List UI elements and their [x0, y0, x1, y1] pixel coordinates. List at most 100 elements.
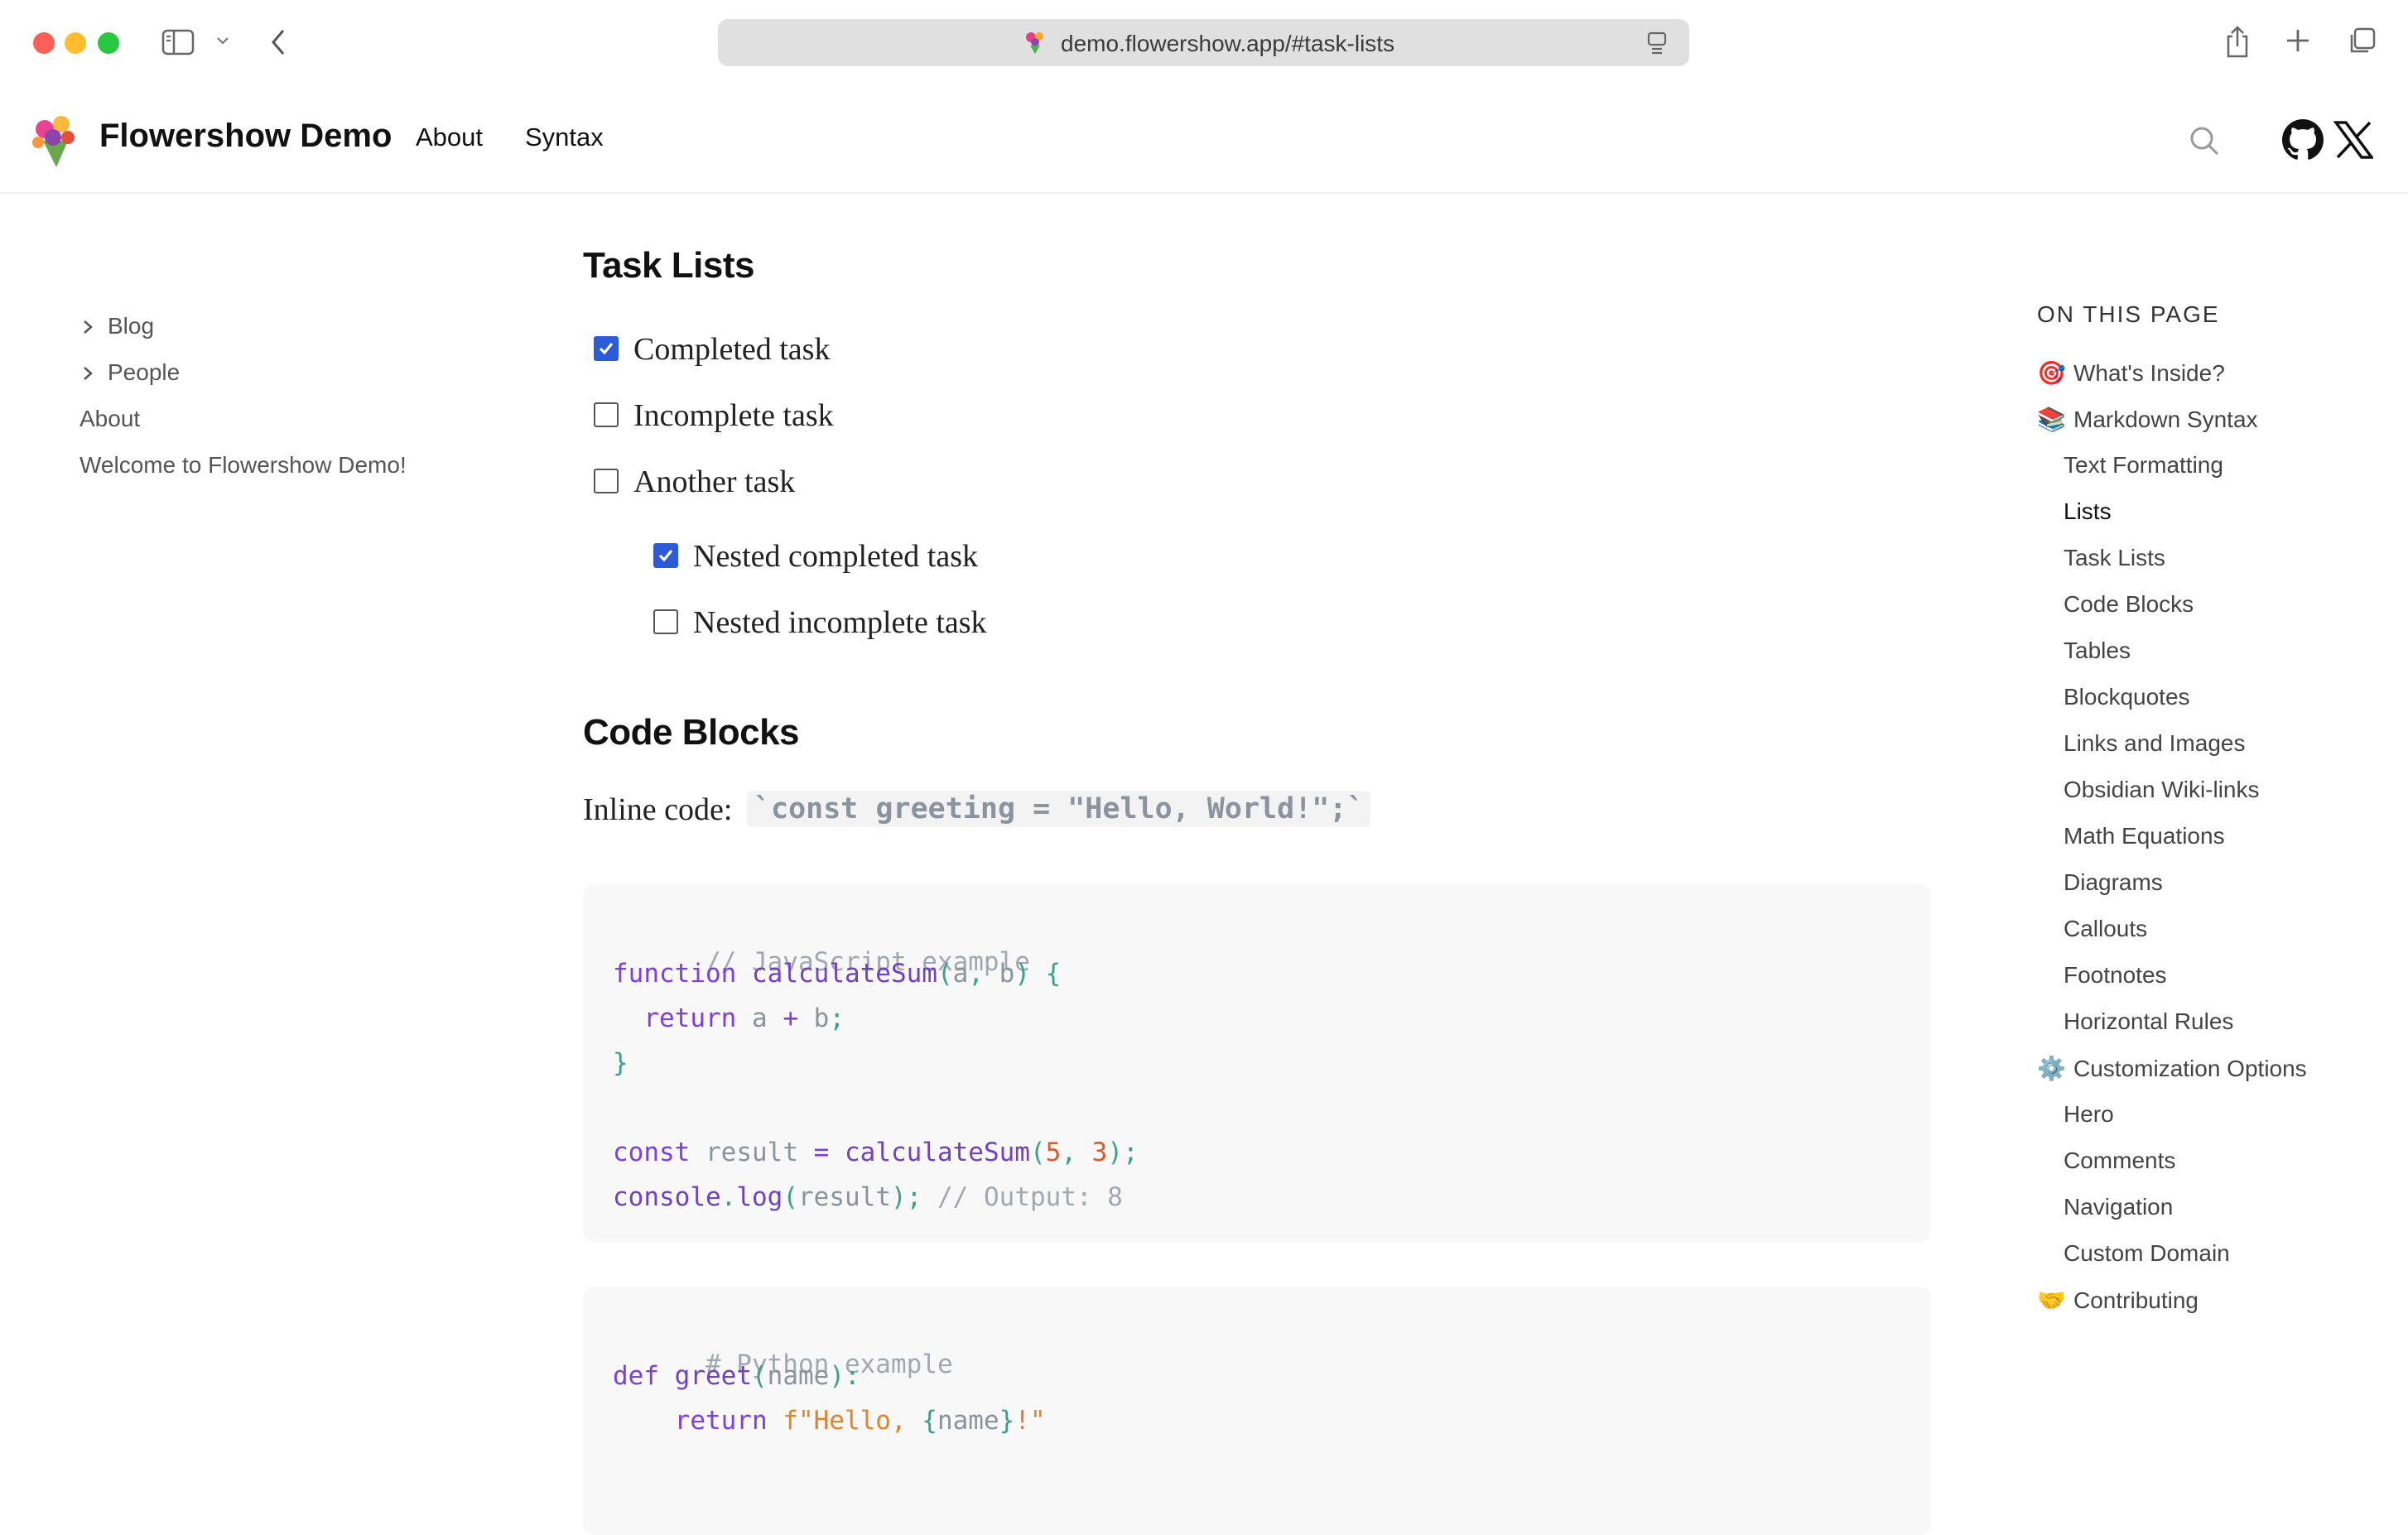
task-label: Completed task: [633, 332, 831, 367]
code-line: }: [613, 1048, 628, 1078]
code-line: # Python example: [705, 1350, 953, 1379]
toc-item-label: Tables: [2064, 638, 2131, 663]
inline-code: `const greeting = "Hello, World!";`: [746, 791, 1371, 827]
site-favicon-icon: [1026, 32, 1043, 54]
toc-item-emoji-icon: ⚙️: [2037, 1056, 2066, 1081]
toc-item-label: Hero: [2064, 1101, 2114, 1127]
site-header: Flowershow Demo About Syntax: [0, 86, 2408, 194]
x-twitter-icon[interactable]: [2333, 121, 2373, 159]
toc-item[interactable]: Diagrams: [2064, 869, 2163, 896]
toc-item[interactable]: Text Formatting: [2064, 452, 2223, 479]
toc-item[interactable]: ⚙️ Customization Options: [2037, 1055, 2307, 1082]
toc-item-label: Obsidian Wiki-links: [2064, 777, 2260, 802]
back-arrow-icon[interactable]: [268, 27, 288, 57]
window-zoom-button[interactable]: [98, 32, 119, 54]
inline-code-paragraph: Inline code: `const greeting = "Hello, W…: [583, 791, 1371, 829]
toc-item[interactable]: Links and Images: [2064, 730, 2245, 757]
sidebar-toggle-icon[interactable]: [161, 29, 195, 55]
toc-item[interactable]: Footnotes: [2064, 962, 2167, 989]
task-label: Nested completed task: [693, 539, 979, 574]
task-label: Another task: [633, 464, 796, 499]
reader-mode-icon[interactable]: [1646, 31, 1668, 55]
sidebar-item-label: People: [108, 359, 181, 385]
task-checkbox[interactable]: [594, 469, 619, 493]
toc-item-label: Code Blocks: [2064, 591, 2194, 617]
toc-item-label: Footnotes: [2064, 962, 2167, 988]
task-checkbox-checked[interactable]: [653, 543, 678, 568]
toc-item[interactable]: Lists: [2064, 498, 2112, 525]
task-label: Incomplete task: [633, 398, 834, 433]
chevron-down-icon[interactable]: [215, 35, 230, 46]
toc-item-label: What's Inside?: [2073, 360, 2225, 386]
task-checkbox-checked[interactable]: [594, 336, 619, 361]
toc-item[interactable]: Hero: [2064, 1101, 2114, 1128]
toc-item-label: Navigation: [2064, 1194, 2174, 1220]
toc-item[interactable]: Code Blocks: [2064, 591, 2194, 618]
search-icon[interactable]: [2188, 124, 2221, 157]
chevron-right-icon: [84, 320, 93, 334]
toc-item[interactable]: Custom Domain: [2064, 1240, 2230, 1267]
window-close-button[interactable]: [33, 32, 55, 54]
code-blocks-heading: Code Blocks: [583, 712, 800, 753]
code-line: return f"Hello, {name}!": [674, 1406, 1046, 1436]
task-label: Nested incomplete task: [693, 605, 987, 640]
toc-item-label: Links and Images: [2064, 730, 2246, 756]
toc-item-emoji-icon: 📚: [2037, 407, 2066, 432]
toc-item[interactable]: Math Equations: [2064, 823, 2225, 849]
task-checkbox[interactable]: [653, 609, 678, 634]
toc-item-label: Horizontal Rules: [2064, 1008, 2234, 1034]
toc-item[interactable]: Callouts: [2064, 916, 2147, 942]
nav-about-link[interactable]: About: [416, 123, 483, 152]
toc-item[interactable]: Task Lists: [2064, 545, 2165, 571]
toc-item-label: Text Formatting: [2064, 452, 2223, 478]
toc-item-label: Contributing: [2073, 1287, 2199, 1313]
toc-item[interactable]: Comments: [2064, 1148, 2175, 1174]
inline-code-label: Inline code:: [583, 792, 733, 827]
toc-item[interactable]: 📚 Markdown Syntax: [2037, 406, 2258, 433]
toc-item[interactable]: Horizontal Rules: [2064, 1008, 2233, 1035]
toc-item[interactable]: Tables: [2064, 638, 2131, 664]
toc-item-label: Markdown Syntax: [2073, 407, 2258, 432]
code-line: def greet(name):: [613, 1361, 860, 1391]
chevron-right-icon: [84, 367, 93, 380]
flower-bouquet-icon[interactable]: [25, 111, 83, 169]
code-block-javascript[interactable]: // JavaScript example function calculate…: [583, 884, 1931, 1242]
toc-item[interactable]: Obsidian Wiki-links: [2064, 777, 2260, 803]
toc-item[interactable]: 🤝 Contributing: [2037, 1287, 2199, 1314]
toc-item-label: Math Equations: [2064, 823, 2225, 849]
code-block-python[interactable]: # Python example def greet(name): return…: [583, 1287, 1931, 1535]
toc-item-label: Lists: [2064, 498, 2112, 524]
task-lists-heading: Task Lists: [583, 245, 754, 286]
task-checkbox[interactable]: [594, 402, 619, 427]
github-icon[interactable]: [2282, 119, 2324, 161]
sidebar-item-people[interactable]: People: [79, 359, 180, 386]
address-bar[interactable]: demo.flowershow.app/#task-lists: [718, 19, 1689, 66]
toc-item-label: Blockquotes: [2064, 684, 2190, 710]
code-line: // JavaScript example: [705, 947, 1030, 977]
toc-item-label: Task Lists: [2064, 545, 2165, 570]
toc-item-emoji-icon: 🤝: [2037, 1287, 2066, 1313]
sidebar-item-label: Blog: [108, 313, 155, 339]
nav-syntax-link[interactable]: Syntax: [525, 123, 604, 152]
share-icon[interactable]: [2224, 25, 2251, 60]
sidebar-item-about[interactable]: About: [79, 406, 140, 432]
code-line: function calculateSum(a, b) {: [613, 959, 1062, 989]
toc-item[interactable]: Blockquotes: [2064, 684, 2190, 710]
code-line: const result = calculateSum(5, 3);: [613, 1138, 1139, 1167]
new-tab-icon[interactable]: [2285, 28, 2310, 53]
window-minimize-button[interactable]: [65, 32, 86, 54]
toc-item-label: Customization Options: [2073, 1056, 2307, 1081]
toc-item-label: Custom Domain: [2064, 1240, 2230, 1266]
toc-item-label: Diagrams: [2064, 869, 2163, 895]
code-line: console.log(result); // Output: 8: [613, 1182, 1123, 1212]
site-title-link[interactable]: Flowershow Demo: [99, 118, 392, 155]
toc-item[interactable]: 🎯 What's Inside?: [2037, 359, 2225, 387]
sidebar-item-welcome[interactable]: Welcome to Flowershow Demo!: [79, 452, 407, 479]
tab-overview-icon[interactable]: [2347, 26, 2377, 56]
browser-toolbar: demo.flowershow.app/#task-lists: [0, 0, 2408, 86]
toc-item-emoji-icon: 🎯: [2037, 360, 2066, 386]
sidebar-item-blog[interactable]: Blog: [79, 313, 154, 339]
toc-item[interactable]: Navigation: [2064, 1194, 2173, 1220]
url-text: demo.flowershow.app/#task-lists: [1061, 31, 1395, 56]
toc-item-label: Callouts: [2064, 916, 2148, 941]
